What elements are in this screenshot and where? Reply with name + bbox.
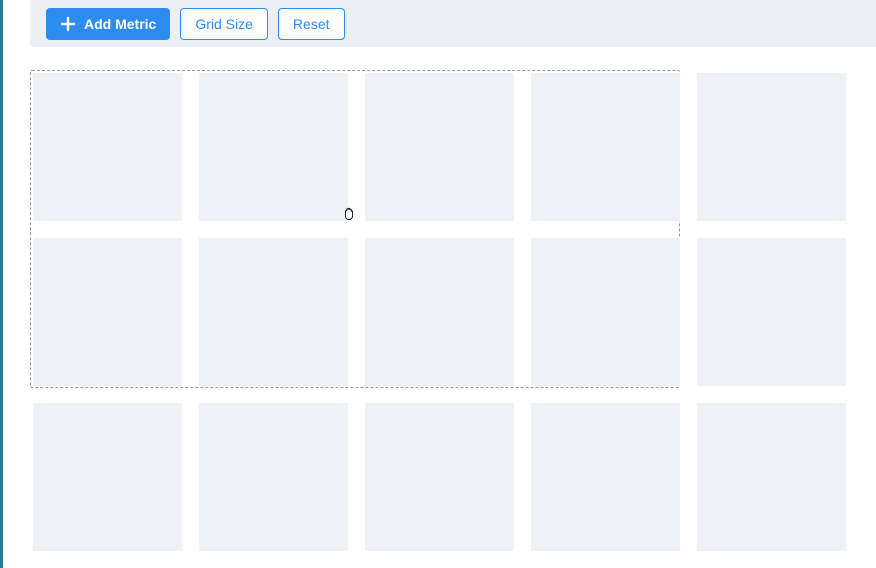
reset-button[interactable]: Reset <box>278 8 345 40</box>
grid-size-label: Grid Size <box>195 16 253 32</box>
reset-label: Reset <box>293 16 330 32</box>
grid-tile[interactable] <box>365 73 514 221</box>
grid-tile[interactable] <box>697 73 846 221</box>
grid-tile[interactable] <box>33 403 182 551</box>
add-metric-button[interactable]: Add Metric <box>46 8 170 40</box>
left-accent-border <box>0 0 3 568</box>
grid-tile[interactable] <box>697 238 846 386</box>
grid-tile[interactable] <box>697 403 846 551</box>
grid-size-button[interactable]: Grid Size <box>180 8 268 40</box>
toolbar: Add Metric Grid Size Reset <box>30 0 876 47</box>
grid-tile[interactable] <box>33 238 182 386</box>
grid-tile[interactable] <box>531 73 680 221</box>
grid-canvas[interactable] <box>30 70 846 568</box>
grid-tile[interactable] <box>33 73 182 221</box>
grid-tile[interactable] <box>531 403 680 551</box>
grid-tile[interactable] <box>199 403 348 551</box>
add-metric-label: Add Metric <box>84 16 156 32</box>
plus-icon <box>60 16 76 32</box>
grid-tile[interactable] <box>365 238 514 386</box>
grid-tile[interactable] <box>199 73 348 221</box>
grid-tile[interactable] <box>531 238 680 386</box>
grid-tile[interactable] <box>199 238 348 386</box>
grid-tile[interactable] <box>365 403 514 551</box>
